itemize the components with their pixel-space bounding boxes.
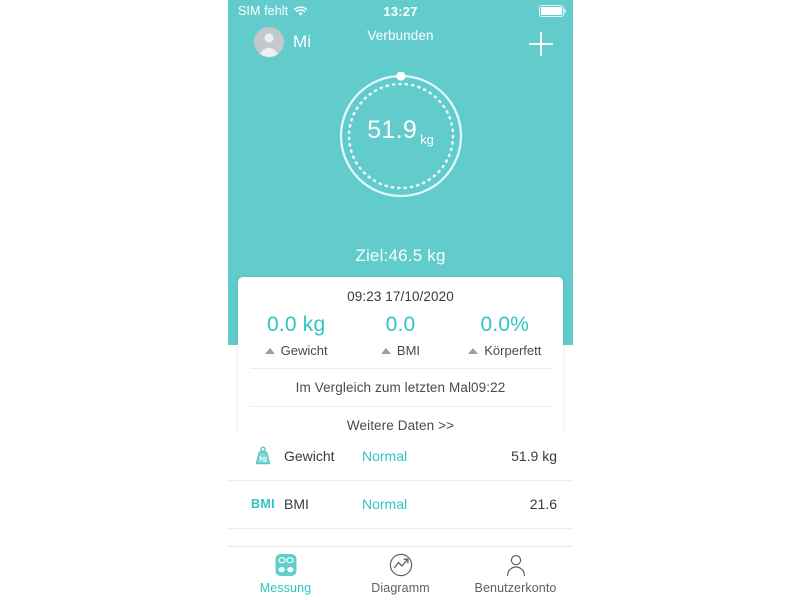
status-bar-time: 13:27 <box>383 3 418 19</box>
summary-date: 09:23 17/10/2020 <box>347 289 454 304</box>
metric-bmi: 0.0 BMI <box>348 313 452 358</box>
table-row[interactable]: kg Gewicht Normal 51.9 kg <box>228 432 573 480</box>
comparison-label: Im Vergleich zum letzten Mal09:22 <box>295 380 506 396</box>
row-name: BMI <box>284 496 309 512</box>
dial-weight-value: 51.9 <box>367 116 418 144</box>
metric-koerperfett: 0.0% Körperfett <box>453 313 557 358</box>
summary-metrics: 0.0 kg Gewicht 0.0 BMI 0.0% Körperfett <box>238 313 563 368</box>
metric-gewicht: 0.0 kg Gewicht <box>244 313 348 358</box>
tab-benutzerkonto[interactable]: Benutzerkonto <box>458 547 573 600</box>
summary-card: 09:23 17/10/2020 0.0 kg Gewicht 0.0 BMI <box>238 277 563 445</box>
goal-label: Ziel:46.5 kg <box>355 246 446 265</box>
dial-readout: 51.9 kg <box>337 116 465 147</box>
dial-weight-unit: kg <box>420 132 434 147</box>
tab-label: Diagramm <box>371 581 430 595</box>
svg-text:kg: kg <box>259 455 267 462</box>
row-name: Gewicht <box>284 448 335 464</box>
row-value: 51.9 kg <box>511 448 557 464</box>
tab-messung[interactable]: Messung <box>228 547 343 600</box>
triangle-up-icon <box>380 347 391 354</box>
row-status: Normal <box>362 448 408 464</box>
status-bar: SIM fehlt 13:27 <box>228 0 573 22</box>
metric-value: 0.0 kg <box>266 313 326 336</box>
status-bar-right <box>539 5 567 17</box>
battery-full-icon <box>539 5 567 17</box>
chart-circle-icon <box>388 552 414 578</box>
tab-diagramm[interactable]: Diagramm <box>343 547 458 600</box>
bmi-icon-label: BMI <box>250 497 276 511</box>
scale-icon <box>273 552 299 578</box>
table-row[interactable]: BMI BMI Normal 21.6 <box>228 480 573 528</box>
tab-label: Messung <box>259 581 312 595</box>
metric-label: BMI <box>396 343 421 359</box>
row-status: Normal <box>362 496 408 512</box>
metric-label: Körperfett <box>484 343 542 359</box>
tab-label: Benutzerkonto <box>474 581 557 595</box>
bmi-text-icon: BMI <box>242 497 284 511</box>
plus-icon[interactable] <box>529 32 553 56</box>
phone-screen: SIM fehlt 13:27 Mi Verbunden 51.9 kg Zie… <box>228 0 573 600</box>
connection-status-label: Verbunden <box>367 28 434 43</box>
bottom-tab-bar: Messung Diagramm Benutzerkonto <box>228 546 573 600</box>
weight-scale-kg-icon: kg <box>242 444 284 468</box>
row-value: 21.6 <box>529 496 557 512</box>
app-nav-bar: Mi Verbunden <box>228 22 573 68</box>
app-screenshot: SIM fehlt 13:27 Mi Verbunden 51.9 kg Zie… <box>0 0 800 600</box>
weight-dial[interactable]: 51.9 kg <box>337 72 465 200</box>
metric-value: 0.0% <box>480 313 530 336</box>
person-icon <box>503 552 529 578</box>
metric-value: 0.0 <box>385 313 416 336</box>
triangle-up-icon <box>468 347 479 354</box>
triangle-up-icon <box>264 347 275 354</box>
metric-label: Gewicht <box>280 343 328 359</box>
